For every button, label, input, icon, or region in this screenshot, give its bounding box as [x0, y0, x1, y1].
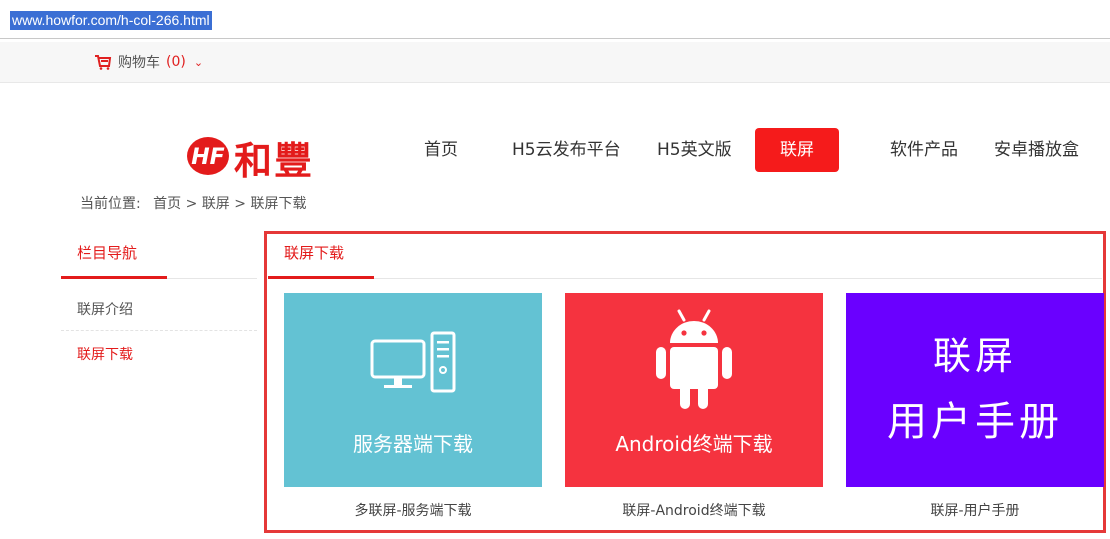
nav-item-h5-english[interactable]: H5英文版	[657, 128, 732, 172]
cart-icon	[94, 54, 112, 70]
tile-label-line1: 联屏	[932, 334, 1017, 378]
sidebar-item-divider	[61, 330, 257, 331]
content-divider	[268, 278, 1102, 279]
nav-item-software[interactable]: 软件产品	[890, 128, 958, 172]
logo-text: 和豐	[234, 138, 315, 183]
nav-item-multiscreen[interactable]: 联屏	[755, 128, 839, 172]
sidebar-title: 栏目导航	[77, 244, 138, 262]
breadcrumb-section[interactable]: 联屏	[202, 196, 230, 212]
url-text[interactable]: www.howfor.com/h-col-266.html	[10, 11, 212, 30]
nav-item-home[interactable]: 首页	[424, 128, 458, 172]
logo-mark-icon: HF	[186, 136, 230, 180]
android-icon	[653, 307, 735, 415]
sidebar-title-underline	[61, 276, 167, 279]
server-download-tile[interactable]: 服务器端下载	[284, 293, 542, 487]
breadcrumb-prefix: 当前位置:	[80, 196, 141, 212]
breadcrumb-separator: >	[185, 196, 198, 212]
sidebar-item-intro[interactable]: 联屏介绍	[77, 299, 133, 319]
chevron-down-icon: ⌄	[193, 55, 204, 69]
tile-label-line2: 用户手册	[887, 399, 1063, 445]
breadcrumb-home[interactable]: 首页	[153, 196, 181, 212]
nav-item-h5-cloud[interactable]: H5云发布平台	[512, 128, 621, 172]
tile-label: Android终端下载	[615, 432, 773, 456]
user-manual-tile[interactable]: 联屏 用户手册	[846, 293, 1104, 487]
content-title: 联屏下载	[284, 244, 345, 262]
nav-item-android-box[interactable]: 安卓播放盒	[994, 128, 1079, 172]
svg-text:HF: HF	[191, 145, 224, 170]
android-download-caption[interactable]: 联屏-Android终端下载	[565, 500, 823, 520]
breadcrumb-current[interactable]: 联屏下载	[250, 196, 306, 212]
server-download-caption[interactable]: 多联屏-服务端下载	[284, 500, 542, 520]
cart-count: (0)	[166, 54, 186, 70]
android-download-tile[interactable]: Android终端下载	[565, 293, 823, 487]
site-logo[interactable]: HF 和豐	[186, 130, 314, 185]
cart-link[interactable]: 购物车 (0) ⌄	[94, 52, 203, 72]
breadcrumb-separator: >	[234, 196, 246, 212]
sidebar-item-download[interactable]: 联屏下载	[77, 344, 133, 364]
breadcrumb: 当前位置: 首页 > 联屏 > 联屏下载	[80, 193, 306, 213]
cart-label: 购物车	[118, 55, 160, 71]
top-bar: 购物车 (0) ⌄	[0, 42, 1110, 83]
content-title-underline	[268, 276, 374, 279]
computer-icon	[370, 331, 462, 399]
tile-label: 服务器端下载	[353, 432, 473, 456]
address-bar[interactable]: www.howfor.com/h-col-266.html	[0, 0, 1110, 39]
user-manual-caption[interactable]: 联屏-用户手册	[846, 500, 1104, 520]
